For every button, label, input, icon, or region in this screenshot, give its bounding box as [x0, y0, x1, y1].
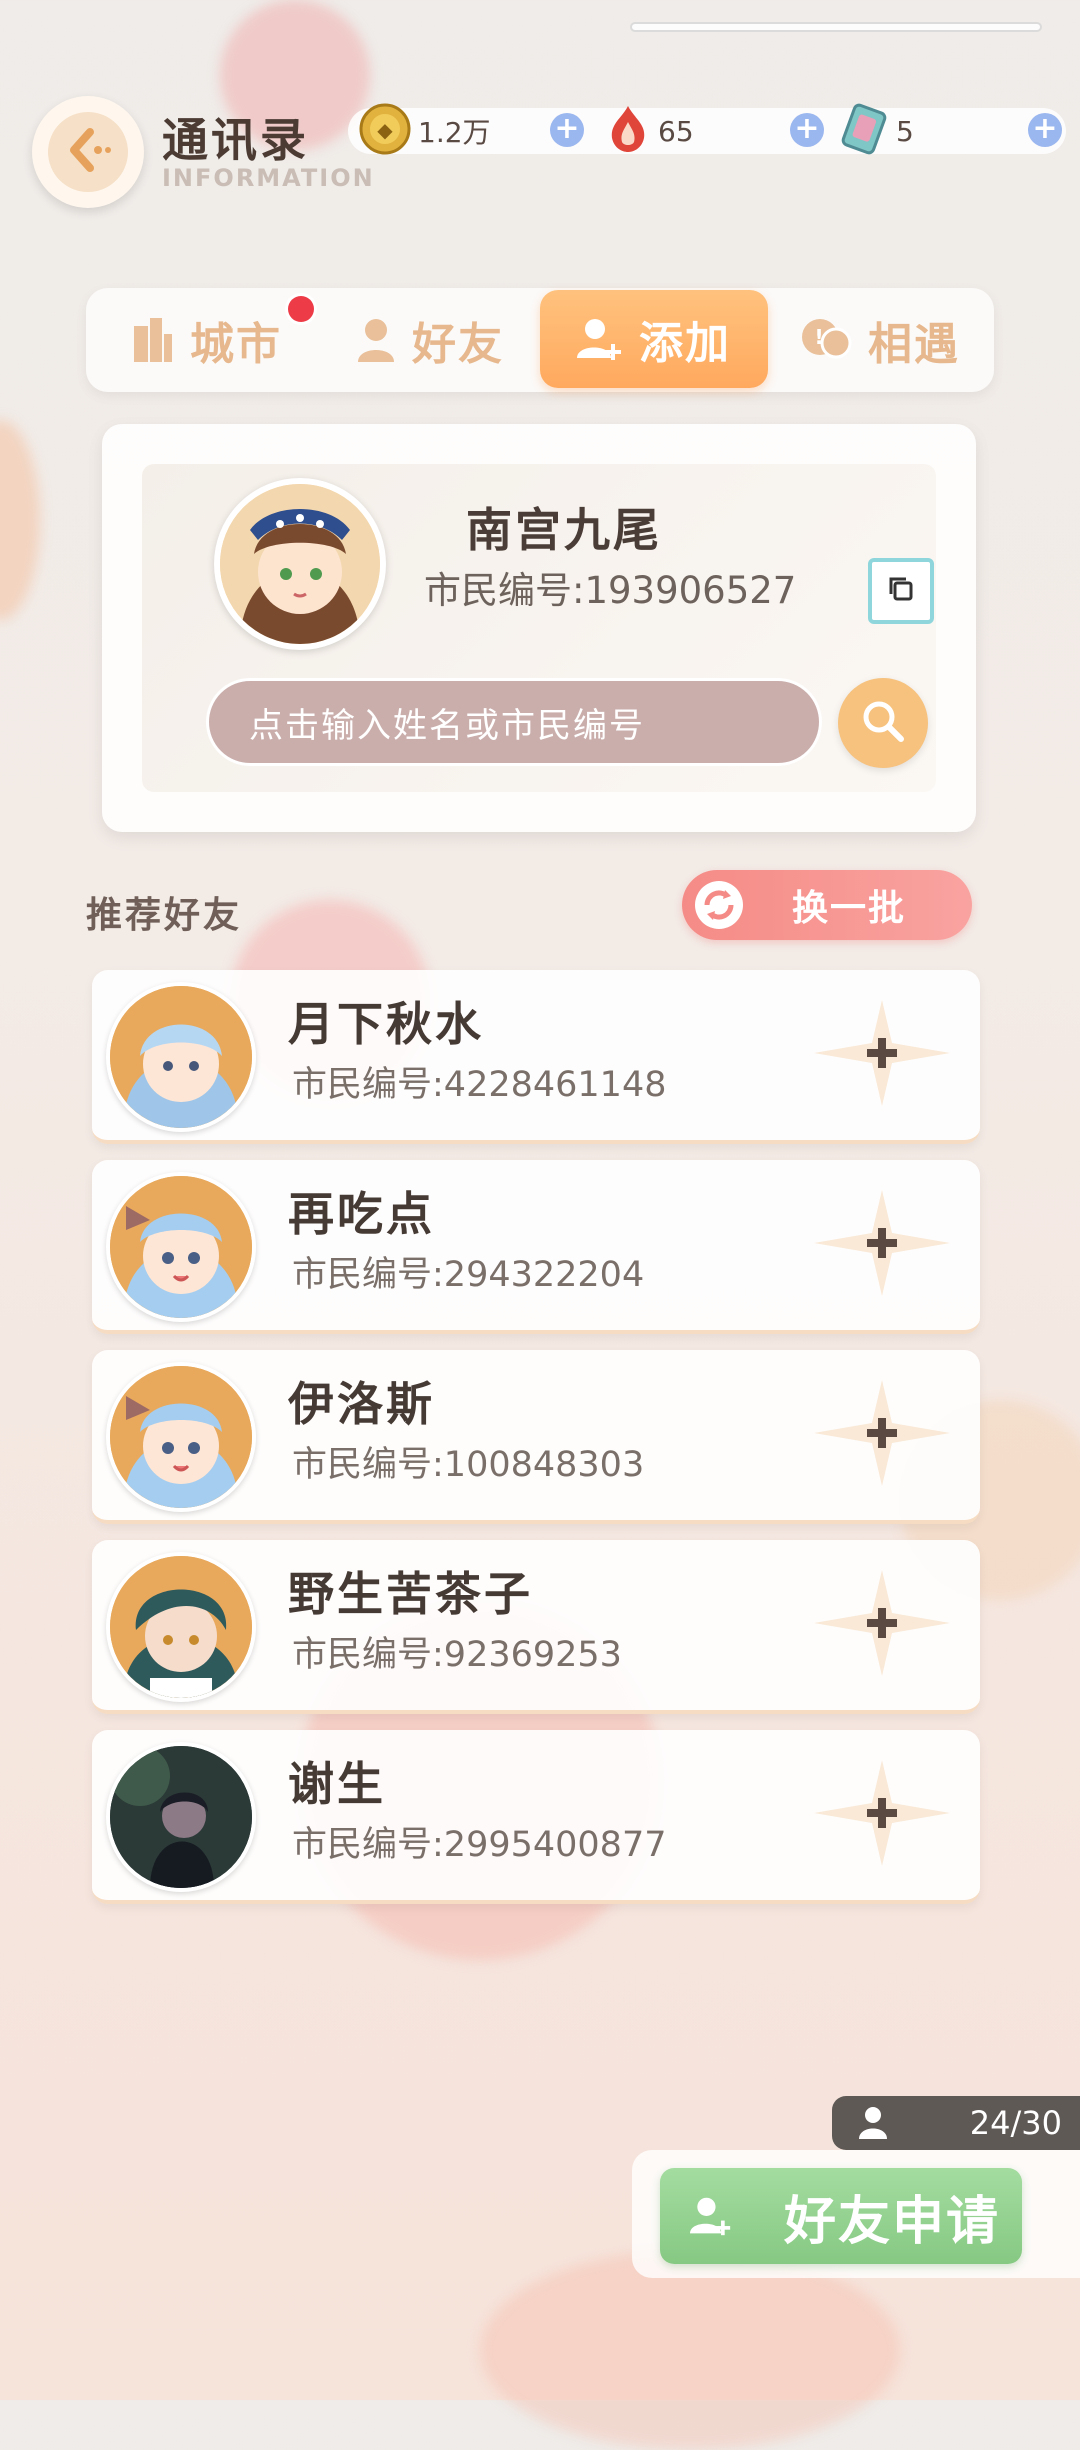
search-button[interactable] — [838, 678, 928, 768]
currency-gold: ◆ 1.2万 — [358, 102, 491, 160]
add-friend-button[interactable] — [812, 1760, 952, 1870]
notification-badge — [288, 296, 314, 322]
person-icon — [356, 316, 396, 364]
add-friend-button[interactable] — [812, 1380, 952, 1490]
plus-star-icon — [812, 1378, 952, 1492]
refresh-batch-button[interactable]: 换一批 — [682, 870, 972, 940]
tab-add-label: 添加 — [639, 318, 731, 369]
tab-add[interactable]: 添加 — [540, 290, 768, 388]
citizen-id-value: 92369253 — [443, 1635, 622, 1675]
my-avatar[interactable] — [214, 478, 386, 650]
citizen-id-value: 294322204 — [443, 1255, 645, 1295]
friend-name: 伊洛斯 — [288, 1377, 435, 1431]
city-building-icon — [130, 316, 174, 364]
my-citizen-id: 市民编号:193906527 — [424, 560, 796, 614]
currency-crystal: 65 — [604, 104, 694, 158]
add-friend-button[interactable] — [812, 1190, 952, 1300]
svg-text:!: ! — [814, 325, 825, 349]
ticket-card-icon — [838, 102, 890, 160]
citizen-id-value: 2995400877 — [443, 1825, 667, 1865]
tab-friends[interactable]: 好友 — [320, 288, 540, 392]
tab-city-label: 城市 — [190, 319, 282, 370]
person-icon — [858, 2105, 888, 2141]
tab-city[interactable]: 城市 — [96, 288, 316, 392]
friend-card: 月下秋水 市民编号:4228461148 — [92, 970, 980, 1144]
add-friend-button[interactable] — [812, 1000, 952, 1110]
citizen-id-label: 市民编号: — [292, 1255, 444, 1295]
citizen-id-label: 市民编号: — [292, 1635, 444, 1675]
friend-avatar[interactable] — [106, 1742, 256, 1892]
friend-name: 谢生 — [288, 1757, 386, 1811]
friend-name: 月下秋水 — [288, 997, 484, 1051]
friend-avatar[interactable] — [106, 1552, 256, 1702]
page-subtitle: INFORMATION — [162, 164, 375, 192]
friend-avatar[interactable] — [106, 982, 256, 1132]
recommend-title: 推荐好友 — [86, 895, 243, 936]
copy-icon — [886, 574, 916, 608]
citizen-id-value: 100848303 — [443, 1445, 645, 1485]
friend-name: 野生苦茶子 — [288, 1567, 533, 1621]
refresh-label: 换一批 — [792, 888, 907, 929]
friend-avatar[interactable] — [106, 1172, 256, 1322]
friend-citizen-id: 市民编号:92369253 — [292, 1626, 622, 1677]
friend-citizen-id: 市民编号:100848303 — [292, 1436, 644, 1487]
friend-requests-button[interactable]: 好友申请 — [660, 2168, 1022, 2264]
search-input[interactable]: 点击输入姓名或市民编号 — [206, 678, 822, 766]
friend-card: 谢生 市民编号:2995400877 — [92, 1730, 980, 1904]
copy-id-button[interactable] — [868, 558, 934, 624]
crystal-amount: 65 — [658, 114, 694, 148]
friend-citizen-id: 市民编号:4228461148 — [292, 1056, 666, 1107]
friend-card: 伊洛斯 市民编号:100848303 — [92, 1350, 980, 1524]
plus-star-icon — [812, 998, 952, 1112]
friend-citizen-id: 市民编号:294322204 — [292, 1246, 644, 1297]
citizen-id-label: 市民编号: — [292, 1065, 444, 1105]
add-person-icon — [690, 2195, 732, 2237]
background-bokeh — [0, 420, 40, 620]
friend-requests-label: 好友申请 — [784, 2191, 1001, 2252]
search-icon — [859, 697, 907, 749]
friend-card: 野生苦茶子 市民编号:92369253 — [92, 1540, 980, 1714]
citizen-id-label: 市民编号: — [292, 1445, 444, 1485]
ticket-amount: 5 — [896, 114, 914, 148]
tab-encounter-label: 相遇 — [868, 319, 960, 370]
back-button[interactable] — [32, 96, 144, 208]
friend-card: 再吃点 市民编号:294322204 — [92, 1160, 980, 1334]
gold-coin-icon: ◆ — [358, 102, 412, 160]
add-gold-button[interactable]: + — [550, 113, 584, 147]
citizen-id-label: 市民编号: — [424, 569, 585, 612]
add-person-icon — [577, 316, 623, 362]
friend-citizen-id: 市民编号:2995400877 — [292, 1816, 666, 1867]
plus-star-icon — [812, 1188, 952, 1302]
my-name: 南宫九尾 — [466, 503, 662, 557]
tab-friends-label: 好友 — [412, 319, 504, 370]
add-ticket-button[interactable]: + — [1028, 113, 1062, 147]
friend-count-badge: 24/30 — [832, 2096, 1080, 2150]
top-handle-bar — [630, 22, 1042, 32]
friend-count-value: 24/30 — [969, 2104, 1062, 2142]
chat-bubble-icon: ! — [800, 317, 852, 363]
plus-star-icon — [812, 1568, 952, 1682]
citizen-id-value: 4228461148 — [443, 1065, 667, 1105]
citizen-id-value: 193906527 — [584, 569, 797, 612]
back-arrow-icon — [60, 122, 116, 182]
friend-avatar[interactable] — [106, 1362, 256, 1512]
citizen-id-label: 市民编号: — [292, 1825, 444, 1865]
svg-text:◆: ◆ — [377, 118, 393, 142]
refresh-icon — [690, 876, 748, 934]
red-crystal-icon — [604, 102, 652, 160]
add-crystal-button[interactable]: + — [790, 113, 824, 147]
plus-star-icon — [812, 1758, 952, 1872]
background-bokeh — [480, 2250, 900, 2450]
currency-ticket: 5 — [838, 102, 914, 160]
friend-name: 再吃点 — [288, 1187, 435, 1241]
page-title: 通讯录 — [162, 113, 309, 167]
add-friend-button[interactable] — [812, 1570, 952, 1680]
tab-encounter[interactable]: ! 相遇 — [770, 288, 990, 392]
gold-amount: 1.2万 — [418, 116, 491, 149]
